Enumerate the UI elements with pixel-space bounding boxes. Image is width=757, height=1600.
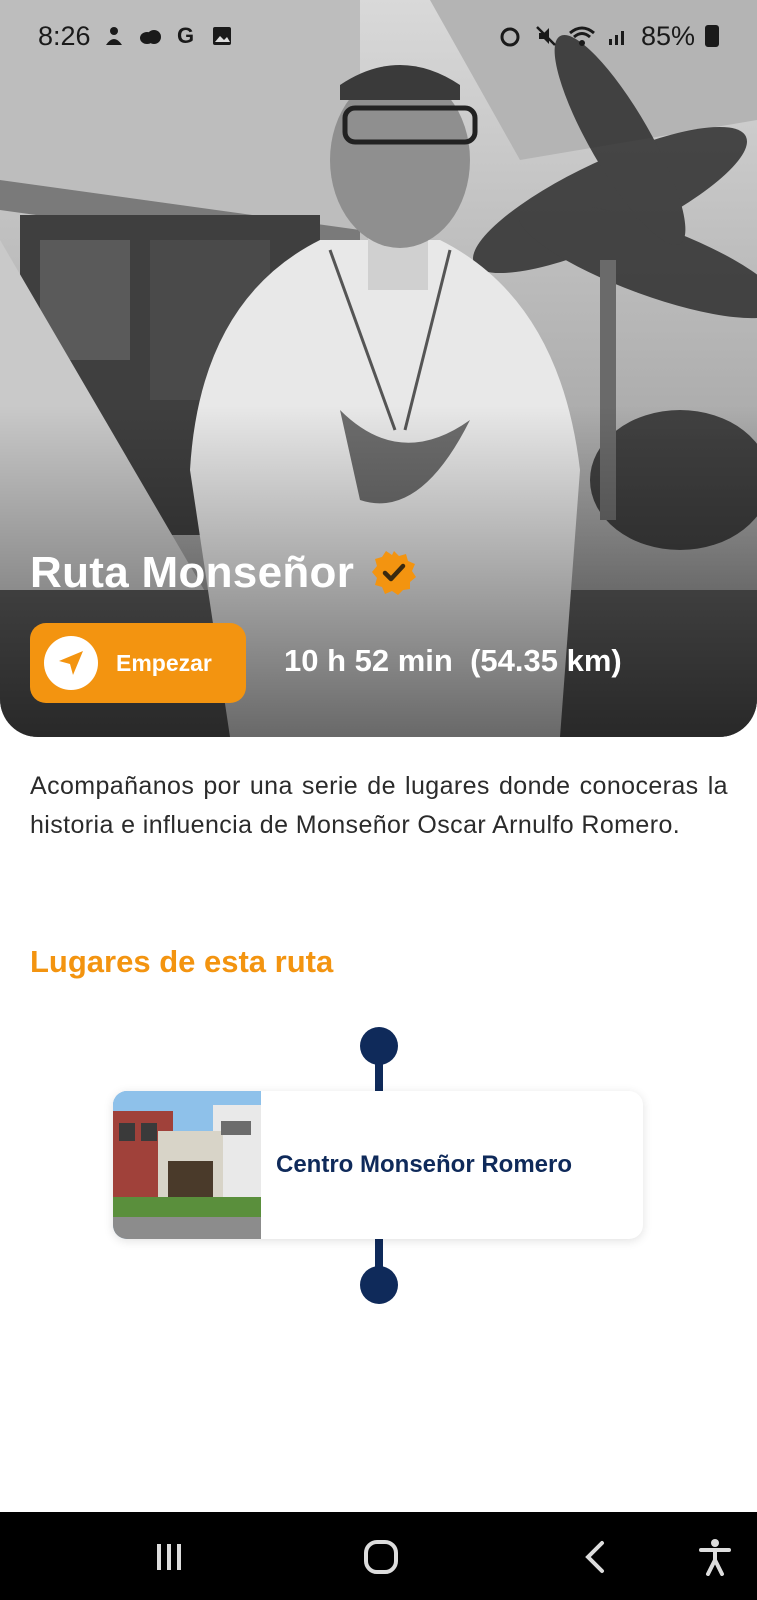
status-left: 8:26 G <box>38 21 235 52</box>
status-time: 8:26 <box>38 20 91 51</box>
cloud-icon <box>137 23 163 49</box>
status-bar: 8:26 G 85% <box>0 0 757 72</box>
mute-icon <box>533 23 559 49</box>
notification-icon <box>101 23 127 49</box>
place-card[interactable]: Centro Monseñor Romero <box>113 1091 643 1239</box>
recent-apps-icon[interactable] <box>146 1534 192 1580</box>
home-icon[interactable] <box>358 1534 404 1580</box>
timeline-end-dot <box>360 1266 398 1304</box>
navigation-arrow-icon <box>44 636 98 690</box>
start-route-label: Empezar <box>116 649 212 676</box>
start-route-button[interactable]: Empezar <box>30 623 246 703</box>
image-icon <box>209 23 235 49</box>
route-description: Acompañanos por una serie de lugares don… <box>30 772 728 839</box>
place-name: Centro Monseñor Romero <box>276 1151 573 1178</box>
route-duration-distance: 10 h 52 min (54.35 km) <box>284 643 622 678</box>
hero-title-row: Ruta Monseñor <box>30 548 418 598</box>
route-title: Ruta Monseñor <box>30 548 355 597</box>
screen: 8:26 G 85% Ruta Monseñor Empezar 10 h 52… <box>0 0 757 1600</box>
timeline-line-top <box>375 1058 383 1094</box>
back-icon[interactable] <box>572 1534 618 1580</box>
hero-banner: 8:26 G 85% Ruta Monseñor Empezar 10 h 52… <box>0 0 757 737</box>
system-nav-bar <box>0 1512 757 1600</box>
battery-percent: 85% <box>640 20 695 51</box>
wifi-icon <box>568 23 595 49</box>
accessibility-icon[interactable] <box>692 1534 738 1580</box>
google-icon: G <box>177 23 195 48</box>
status-right: 85% <box>497 21 719 52</box>
battery-icon <box>705 25 719 47</box>
place-thumbnail <box>113 1091 261 1239</box>
signal-icon <box>605 23 631 49</box>
verified-badge-icon <box>372 551 417 595</box>
places-section-title: Lugares de esta ruta <box>30 944 334 979</box>
alarm-icon <box>497 23 523 49</box>
